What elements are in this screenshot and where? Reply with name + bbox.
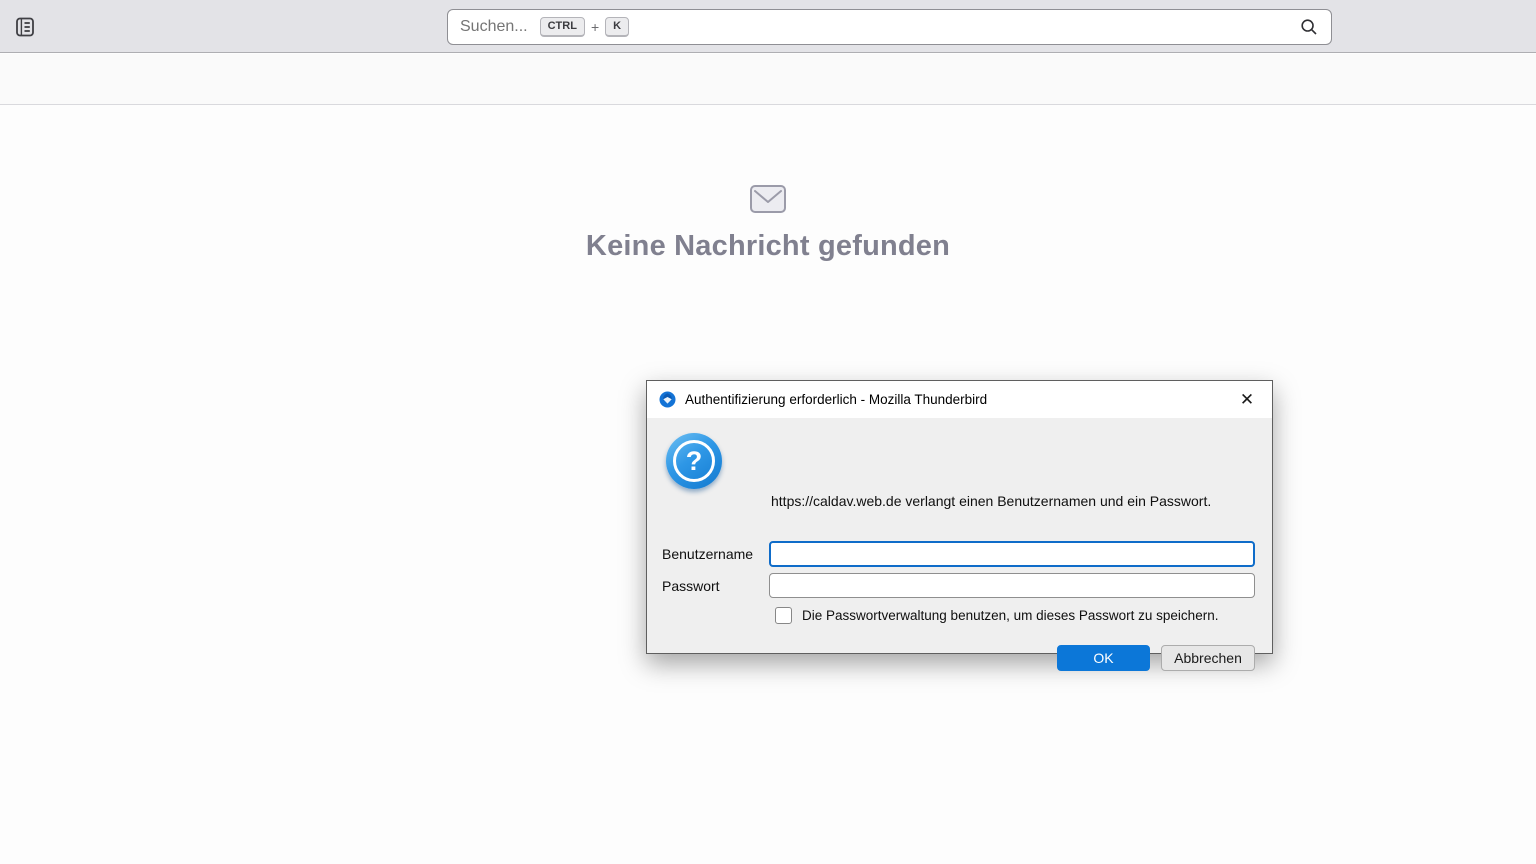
- main-toolbar: Suchen... CTRL + K: [0, 0, 1536, 53]
- auth-dialog: Authentifizierung erforderlich - Mozilla…: [646, 380, 1273, 671]
- message-header-toolbar: [0, 54, 1536, 105]
- password-input[interactable]: [769, 573, 1255, 598]
- save-password-row: Die Passwortverwaltung benutzen, um dies…: [775, 607, 1218, 624]
- thunderbird-icon: [659, 391, 676, 408]
- shortcut-plus: +: [590, 19, 600, 35]
- save-password-label: Die Passwortverwaltung benutzen, um dies…: [802, 608, 1219, 623]
- ok-button[interactable]: OK: [1057, 645, 1150, 671]
- question-icon: ?: [666, 433, 722, 489]
- dialog-titlebar[interactable]: Authentifizierung erforderlich - Mozilla…: [647, 381, 1272, 418]
- search-icon[interactable]: [1299, 17, 1319, 37]
- close-icon[interactable]: ✕: [1234, 387, 1260, 413]
- journal-list-icon: [13, 15, 37, 39]
- empty-state: Keine Nachricht gefunden: [0, 182, 1536, 263]
- password-label: Passwort: [662, 578, 720, 594]
- envelope-icon: [749, 182, 787, 216]
- cancel-button[interactable]: Abbrechen: [1161, 645, 1255, 671]
- dialog-title: Authentifizierung erforderlich - Mozilla…: [685, 392, 988, 407]
- k-keycap: K: [605, 16, 630, 38]
- empty-state-title: Keine Nachricht gefunden: [585, 230, 951, 262]
- username-input[interactable]: [769, 541, 1255, 567]
- auth-message: https://caldav.web.de verlangt einen Ben…: [771, 493, 1212, 509]
- search-placeholder: Suchen...: [460, 18, 528, 35]
- global-search-input[interactable]: Suchen... CTRL + K: [447, 9, 1332, 45]
- spaces-menu-button[interactable]: [12, 14, 38, 40]
- dialog-body: ? https://caldav.web.de verlangt einen B…: [647, 418, 1272, 671]
- save-password-checkbox[interactable]: [775, 607, 792, 624]
- username-label: Benutzername: [662, 546, 754, 562]
- ctrl-keycap: CTRL: [539, 16, 585, 38]
